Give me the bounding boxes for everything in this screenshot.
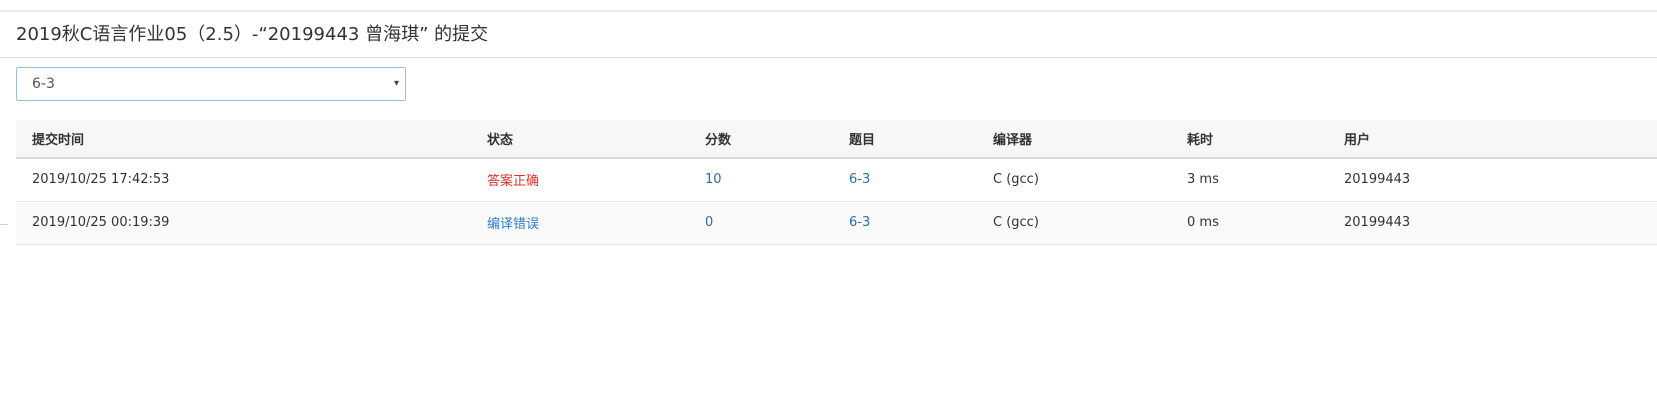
header-submit-time: 提交时间 <box>32 133 85 148</box>
table-header-row: 提交时间 状态 分数 题目 编译器 耗时 用户 <box>16 120 1657 158</box>
cell-elapsed: 0 ms <box>1187 215 1219 230</box>
problem-link[interactable]: 6-3 <box>849 172 870 187</box>
header-compiler: 编译器 <box>993 133 1033 148</box>
cell-compiler: C (gcc) <box>993 215 1039 230</box>
submission-table-container: 提交时间 状态 分数 题目 编译器 耗时 用户 2019/10/25 17:42… <box>16 120 1657 245</box>
header-problem: 题目 <box>849 133 876 148</box>
cell-user: 20199443 <box>1344 215 1411 230</box>
status-link-accepted[interactable]: 答案正确 <box>487 174 539 189</box>
status-link-compile-error[interactable]: 编译错误 <box>487 217 539 232</box>
table-row: 2019/10/25 00:19:39 编译错误 0 6-3 C (gcc) 0… <box>16 201 1657 244</box>
title-divider <box>0 57 1657 58</box>
score-link[interactable]: 0 <box>705 215 713 230</box>
header-elapsed: 耗时 <box>1187 133 1214 148</box>
problem-link[interactable]: 6-3 <box>849 215 870 230</box>
header-status: 状态 <box>487 133 514 148</box>
cell-submit-time: 2019/10/25 17:42:53 <box>32 172 170 188</box>
header-score: 分数 <box>705 133 732 148</box>
cell-compiler: C (gcc) <box>993 172 1039 188</box>
problem-select[interactable]: 6-3 ▾ <box>16 67 406 101</box>
chevron-down-icon: ▾ <box>393 78 399 89</box>
table-row: 2019/10/25 17:42:53 答案正确 10 6-3 C (gcc) … <box>16 158 1657 201</box>
left-edge-mark <box>0 224 8 225</box>
page-title: 2019秋C语言作业05（2.5）-“20199443 曾海琪” 的提交 <box>16 24 489 45</box>
cell-elapsed: 3 ms <box>1187 172 1219 188</box>
problem-select-value: 6-3 <box>32 76 55 92</box>
top-divider <box>0 10 1657 12</box>
score-link[interactable]: 10 <box>705 172 722 187</box>
header-user: 用户 <box>1344 133 1371 148</box>
cell-user: 20199443 <box>1344 172 1411 188</box>
submission-table: 提交时间 状态 分数 题目 编译器 耗时 用户 2019/10/25 17:42… <box>16 120 1657 245</box>
cell-submit-time: 2019/10/25 00:19:39 <box>32 215 170 230</box>
